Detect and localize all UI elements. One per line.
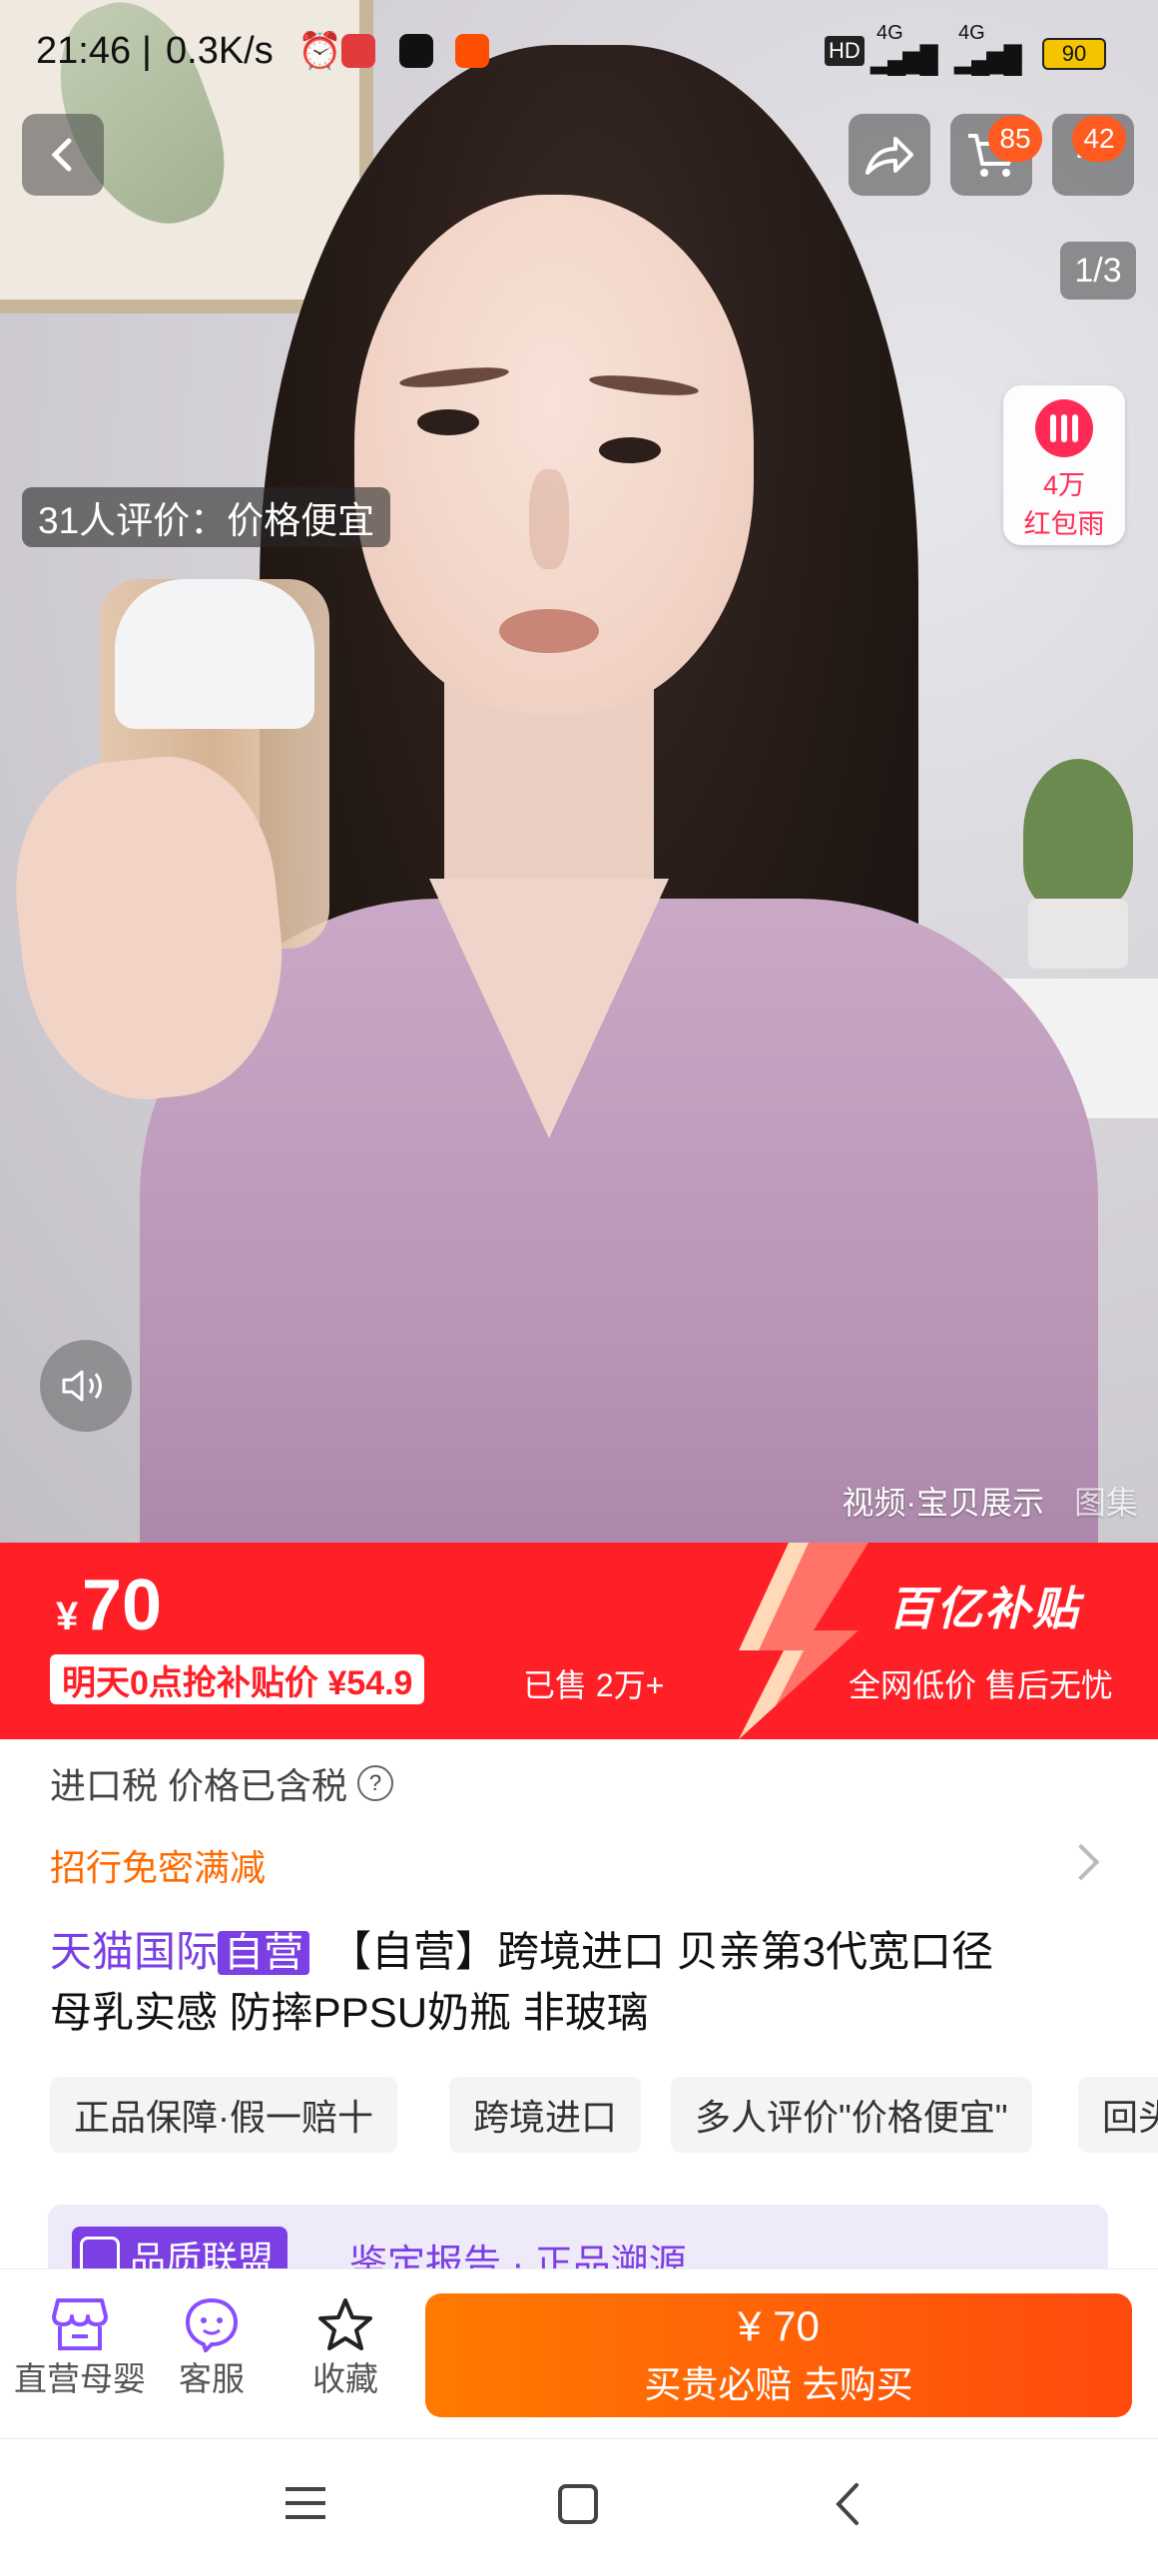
store-icon	[52, 2298, 108, 2350]
divider: |	[142, 30, 152, 72]
plant-pot	[1028, 899, 1128, 968]
customer-service-icon	[185, 2297, 239, 2352]
product-title: 天猫国际 自营 【自营】跨境进口 贝亲第3代宽口径 母乳实感 防摔PPSU奶瓶 非玻…	[50, 1922, 1128, 2043]
model-nose	[529, 469, 569, 569]
deal-text: 招行免密满减	[50, 1847, 267, 1888]
subsidy-title: 百亿补贴	[888, 1583, 1080, 1634]
favorite-label: 收藏	[312, 2360, 378, 2397]
speaker-icon	[62, 1370, 102, 1402]
app-icon-1	[341, 34, 375, 68]
review-tip: 31人评价：价格便宜	[22, 487, 391, 547]
promo-price-chip: 明天0点抢补贴价 ¥54.9	[50, 1654, 425, 1704]
buy-price: ¥ 70	[738, 2302, 820, 2349]
help-icon[interactable]: ?	[357, 1765, 394, 1801]
buy-button[interactable]: ¥ 70 买贵必赔 去购买	[425, 2293, 1132, 2417]
model-body	[140, 899, 1098, 1543]
self-operated-badge: 自营	[218, 1931, 310, 1975]
product-media[interactable]: 21:46 | 0.3K/s ⏰ HD 4G ▂▄▆█ 4G ▂▄▆█ 90 8…	[0, 0, 1158, 1543]
net-speed: 0.3K/s	[166, 30, 274, 72]
tab-gallery[interactable]: 图集	[1074, 1478, 1138, 1524]
share-button[interactable]	[849, 114, 930, 196]
menu-icon[interactable]	[284, 2483, 327, 2523]
status-bar: 21:46 | 0.3K/s ⏰ HD 4G ▂▄▆█ 4G ▂▄▆█ 90	[0, 22, 1158, 92]
model-lips	[499, 609, 599, 653]
tab-video-display[interactable]: 视频·宝贝展示	[842, 1478, 1044, 1524]
deal-row[interactable]: 招行免密满减	[50, 1839, 266, 1891]
currency-symbol: ¥	[56, 1595, 79, 1638]
tax-text: 进口税 价格已含税	[50, 1765, 348, 1806]
tmall-global-badge: 天猫国际	[50, 1928, 219, 1975]
store-button[interactable]: 直营母婴	[10, 2296, 150, 2400]
tax-info[interactable]: 进口税 价格已含税 ?	[50, 1757, 394, 1809]
clock: 21:46	[36, 30, 132, 72]
baby-bottle-cap	[115, 579, 314, 729]
media-tabs: 视频·宝贝展示 图集	[842, 1478, 1138, 1524]
star-icon	[318, 2298, 372, 2350]
signal-label-2: 4G	[958, 22, 985, 44]
chevron-left-icon	[51, 138, 72, 172]
sound-button[interactable]	[40, 1340, 132, 1432]
share-icon	[866, 137, 913, 175]
lightning-bolt-icon	[739, 1543, 888, 1739]
hd-icon: HD	[825, 36, 865, 66]
tag-reviews[interactable]: 多人评价"价格便宜"	[671, 2077, 1032, 2153]
store-label: 直营母婴	[14, 2360, 146, 2397]
system-navigation-bar	[0, 2438, 1158, 2576]
sold-count: 已售 2万+	[523, 1667, 665, 1703]
customer-service-label: 客服	[179, 2360, 245, 2397]
signal-label-1: 4G	[876, 22, 903, 44]
buy-label: 买贵必赔 去购买	[644, 2364, 913, 2405]
messages-count-badge: 42	[1072, 116, 1126, 162]
back-nav-icon[interactable]	[833, 2481, 863, 2527]
model-eye-right	[599, 437, 661, 463]
cart-count-badge: 85	[988, 116, 1042, 162]
back-button[interactable]	[22, 114, 104, 196]
model-eye-left	[417, 409, 479, 435]
red-packet-rain[interactable]: 4万 红包雨	[1003, 385, 1125, 545]
favorite-button[interactable]: 收藏	[276, 2296, 415, 2400]
image-pager: 1/3	[1060, 242, 1136, 300]
deal-chevron-icon[interactable]	[1062, 1843, 1100, 1881]
low-price-guarantee: 全网低价 售后无忧	[849, 1667, 1113, 1703]
tag-repurchase[interactable]: 回头	[1078, 2077, 1158, 2153]
plant	[1023, 759, 1133, 909]
battery-icon: 90	[1042, 38, 1106, 70]
red-packet-amount: 4万	[1042, 470, 1086, 500]
signal-icon-2: ▂▄▆█	[954, 44, 1022, 74]
signal-icon-1: ▂▄▆█	[870, 44, 938, 74]
home-icon[interactable]	[557, 2483, 599, 2525]
title-line-2: 母乳实感 防摔PPSU奶瓶 非玻璃	[50, 1989, 649, 2036]
price-band: ¥ 70 明天0点抢补贴价 ¥54.9 已售 2万+ 百亿补贴 全网低价 售后无…	[0, 1543, 1158, 1739]
red-packet-label: 红包雨	[1023, 509, 1105, 539]
tag-cross-border[interactable]: 跨境进口	[449, 2077, 642, 2153]
title-line-1: 【自营】跨境进口 贝亲第3代宽口径	[329, 1928, 994, 1975]
alarm-icon: ⏰	[297, 30, 342, 71]
tiktok-icon	[399, 34, 433, 68]
taobao-icon	[455, 34, 489, 68]
customer-service-button[interactable]: 客服	[142, 2296, 282, 2400]
red-packet-icon	[1035, 399, 1093, 457]
price: 70	[82, 1566, 163, 1645]
tag-authentic[interactable]: 正品保障·假一赔十	[50, 2077, 397, 2153]
